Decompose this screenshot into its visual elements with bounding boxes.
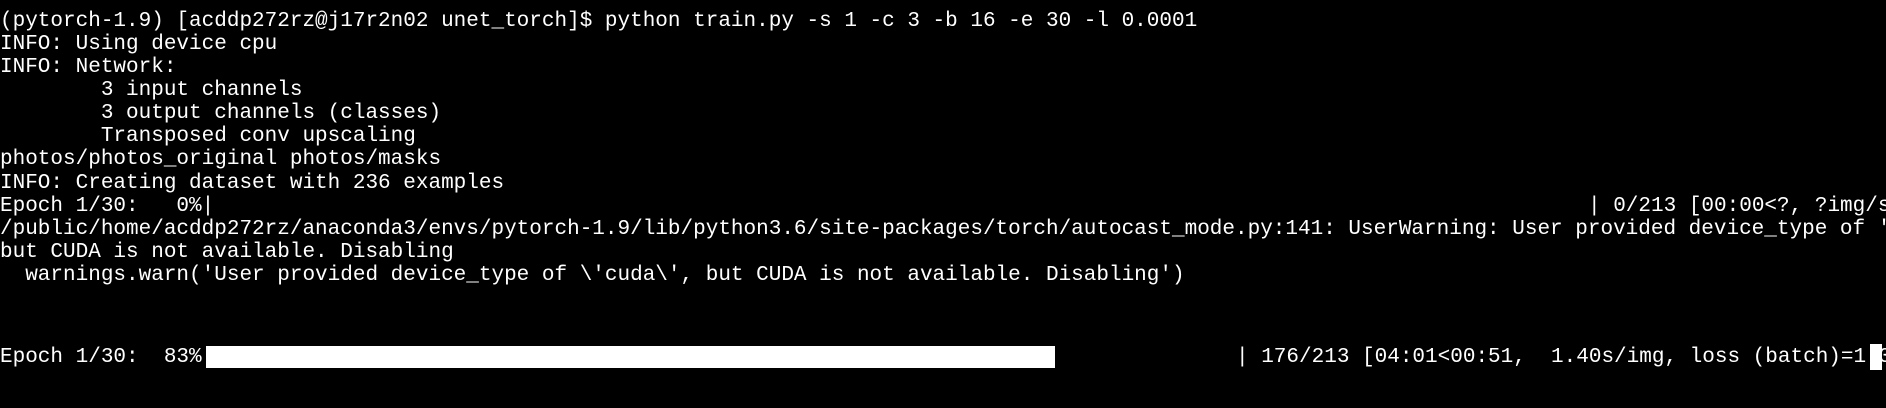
text-cursor [1870, 344, 1882, 370]
terminal-window[interactable]: (pytorch-1.9) [acddp272rz@j17r2n02 unet_… [0, 0, 1886, 408]
progress-current-stats: | 176/213 [04:01<00:51, 1.40s/img, loss … [1236, 346, 1886, 369]
progress-current-label: Epoch 1/30: 83%| [0, 346, 215, 369]
progress-bar [206, 346, 1234, 368]
warning-line-call: warnings.warn('User provided device_type… [0, 264, 1185, 287]
progress-bar-fill [206, 346, 1055, 368]
